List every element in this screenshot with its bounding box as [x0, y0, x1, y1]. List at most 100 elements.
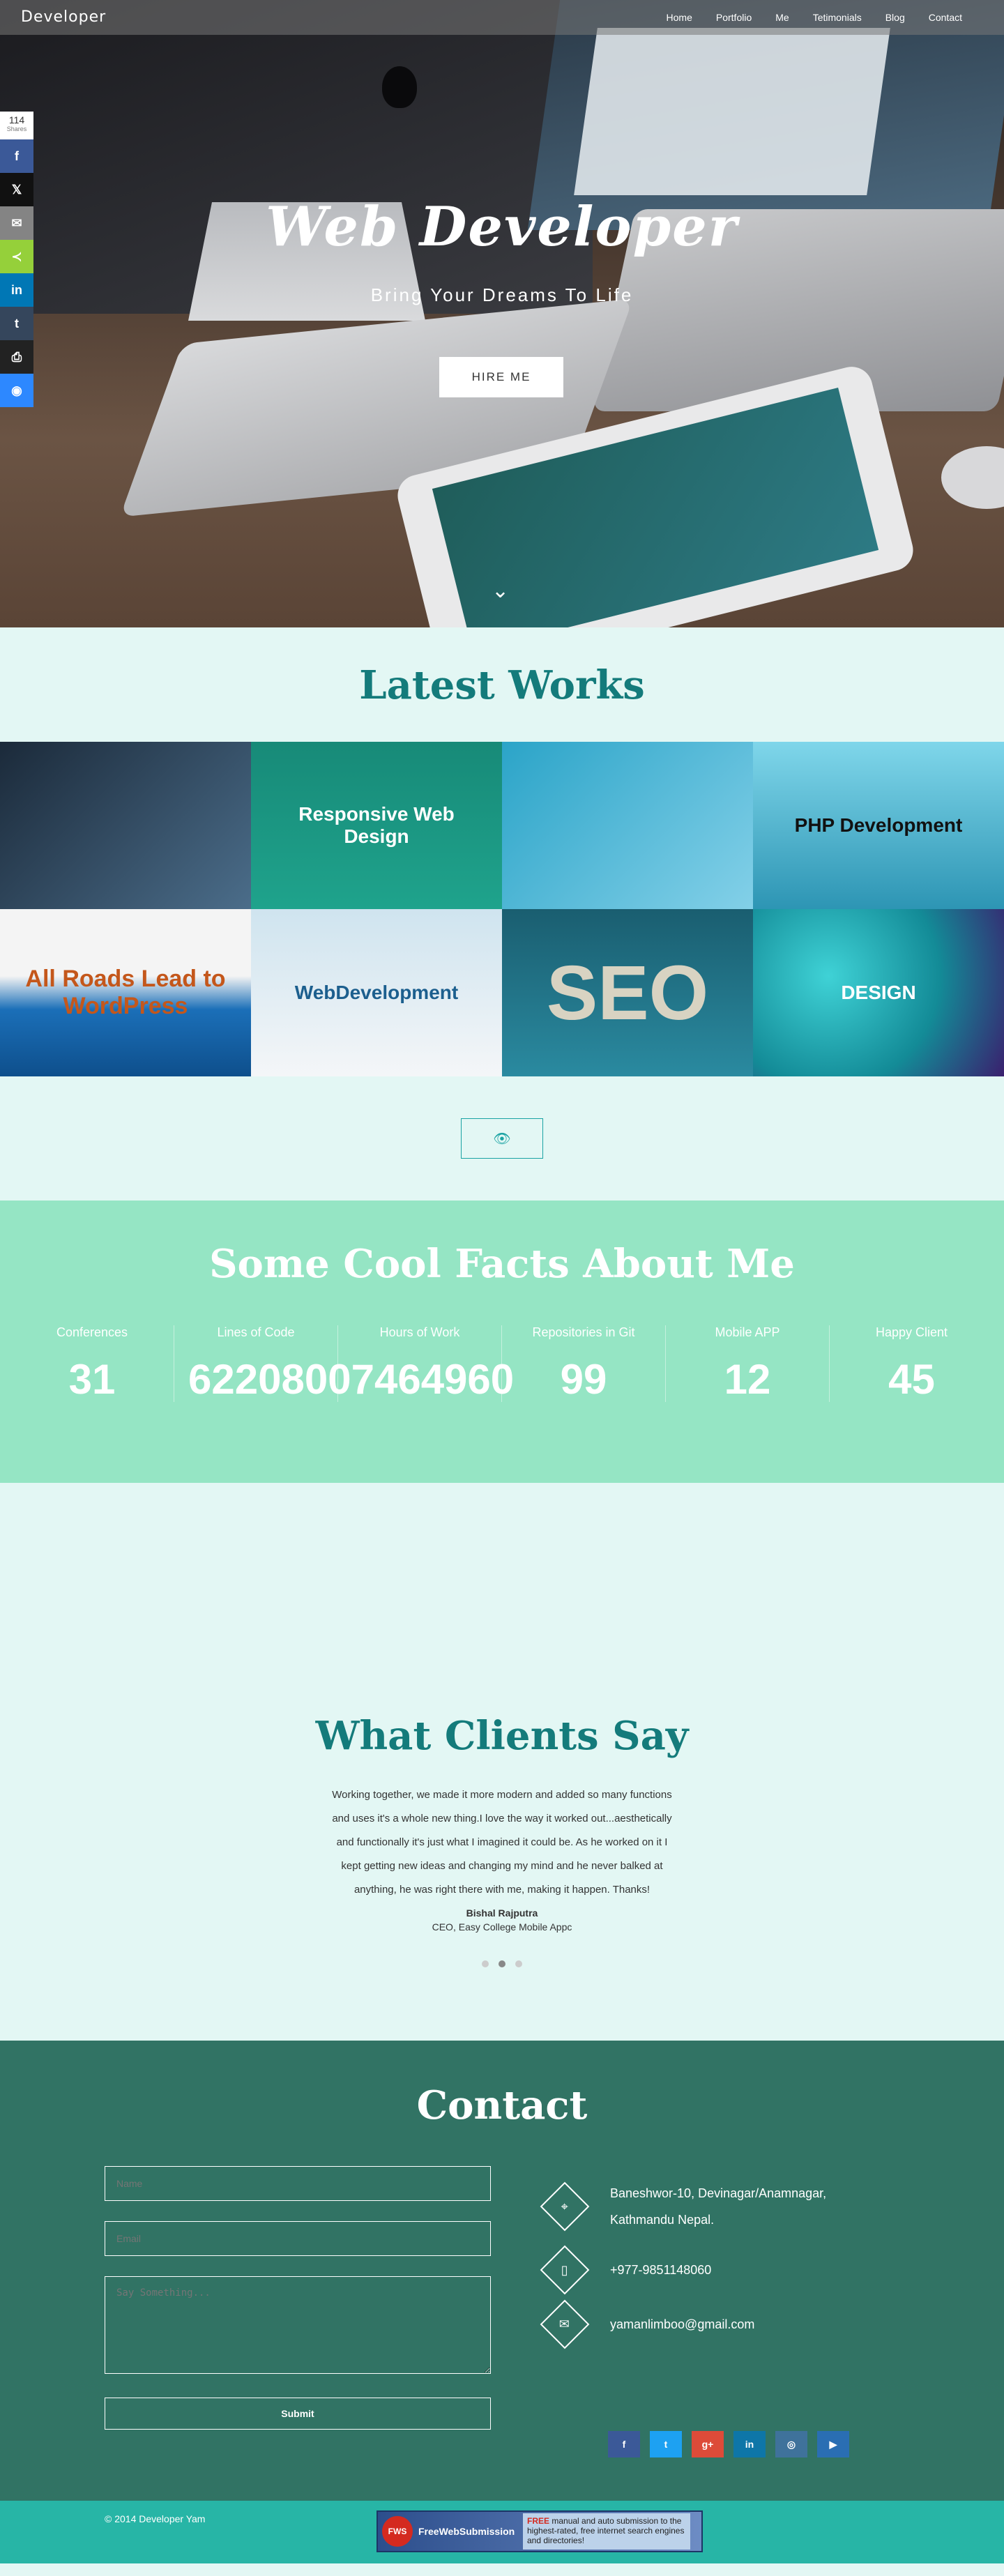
brand-logo[interactable]: Developer [21, 8, 106, 26]
hero-laptop-screen [574, 28, 890, 195]
portfolio-tile-label: SEO [546, 950, 709, 1036]
email-row: ✉ yamanlimboo@gmail.com [540, 2299, 826, 2349]
testimonial-author: Bishal Rajputra [466, 1907, 538, 1919]
portfolio-tile-label: Responsive Web Design [298, 803, 455, 847]
fact-item: Mobile APP 12 [666, 1325, 830, 1403]
testimonials-section: What Clients Say Working together, we ma… [0, 1483, 1004, 2041]
print-icon[interactable]: ⎙ [0, 340, 33, 374]
instagram-icon[interactable]: ◎ [775, 2431, 807, 2457]
carousel-dot-active[interactable] [499, 1960, 505, 1967]
phone-icon: ▯ [540, 2245, 590, 2295]
phone-row: ▯ +977-9851148060 [540, 2245, 826, 2295]
eye-icon: 👁 [493, 1131, 511, 1147]
fact-label: Mobile APP [715, 1325, 780, 1339]
nav-portfolio[interactable]: Portfolio [716, 12, 752, 23]
latest-works-section: Latest Works Responsive Web Design PHP De… [0, 627, 1004, 1159]
portfolio-tile[interactable]: SEO [502, 909, 753, 1076]
facts-title: Some Cool Facts About Me [209, 1241, 795, 1287]
fact-label: Conferences [56, 1325, 128, 1339]
portfolio-tile-label: All Roads Lead to WordPress [25, 966, 226, 1019]
top-navbar: Developer Home Portfolio Me Tetimonials … [0, 0, 1004, 35]
facebook-icon[interactable]: f [0, 139, 33, 173]
carousel-dot[interactable] [515, 1960, 522, 1967]
facebook-icon[interactable]: f [608, 2431, 640, 2457]
share-icon[interactable]: ≺ [0, 240, 33, 273]
fact-label: Happy Client [875, 1325, 948, 1339]
messenger-icon[interactable]: ◉ [0, 374, 33, 407]
nav-me[interactable]: Me [775, 12, 789, 23]
footer: © 2014 Developer Yam FWS FreeWebSubmissi… [0, 2501, 1004, 2563]
testimonials-title: What Clients Say [315, 1713, 689, 1759]
contact-form: Submit [105, 2166, 491, 2430]
carousel-dots [0, 1960, 1004, 1967]
phone-number: +977-9851148060 [610, 2263, 712, 2277]
portfolio-tile-label: DESIGN [841, 982, 916, 1003]
banner-text: FREE manual and auto submission to the h… [523, 2513, 690, 2550]
hero-section: Web Developer Bring Your Dreams To Life … [0, 0, 1004, 627]
linkedin-icon[interactable]: in [0, 273, 33, 307]
nav-contact[interactable]: Contact [929, 12, 962, 23]
youtube-icon[interactable]: ▶ [817, 2431, 849, 2457]
banner-brand: FreeWebSubmission [418, 2526, 515, 2537]
testimonial-quote: Working together, we made it more modern… [332, 1789, 672, 1896]
portfolio-tile[interactable] [0, 742, 251, 909]
portfolio-tile[interactable]: All Roads Lead to WordPress [0, 909, 251, 1076]
chevron-down-icon[interactable]: ⌄ [492, 579, 509, 603]
banner-free: FREE [527, 2516, 550, 2526]
portfolio-tile-label: PHP Development [794, 814, 963, 836]
carousel-dot[interactable] [482, 1960, 489, 1967]
main-menu: Home Portfolio Me Tetimonials Blog Conta… [667, 12, 962, 23]
x-icon[interactable]: 𝕏 [0, 173, 33, 206]
copyright-text: © 2014 Developer Yam [105, 2513, 206, 2524]
fact-value: 62208007464960 [188, 1356, 515, 1403]
google-plus-icon[interactable]: g+ [692, 2431, 724, 2457]
fact-label: Hours of Work [379, 1325, 460, 1339]
social-share-bar: 114 Shares f 𝕏 ✉ ≺ in t ⎙ ◉ [0, 112, 33, 407]
location-icon: ⌖ [540, 2181, 590, 2232]
contact-info: ⌖ Baneshwor-10, Devinagar/Anamnagar, Kat… [540, 2180, 827, 2361]
tumblr-icon[interactable]: t [0, 307, 33, 340]
portfolio-tile[interactable]: Responsive Web Design [251, 742, 502, 909]
email-address: yamanlimboo@gmail.com [610, 2317, 755, 2331]
submit-button[interactable]: Submit [105, 2398, 491, 2430]
portfolio-tile[interactable]: PHP Development [753, 742, 1004, 909]
banner-description: manual and auto submission to the highes… [527, 2516, 685, 2545]
fact-item: Hours of Work [338, 1325, 502, 1402]
testimonial-role: CEO, Easy College Mobile Appc [432, 1921, 572, 1933]
fact-value: 45 [888, 1356, 935, 1403]
name-field[interactable] [105, 2166, 491, 2201]
nav-testimonials[interactable]: Tetimonials [813, 12, 862, 23]
hero-mouse-image [941, 446, 1004, 509]
address-row: ⌖ Baneshwor-10, Devinagar/Anamnagar, Kat… [540, 2180, 827, 2233]
address-line-1: Baneshwor-10, Devinagar/Anamnagar, [610, 2186, 827, 2200]
fact-item: Conferences 31 [10, 1325, 174, 1403]
linkedin-icon[interactable]: in [733, 2431, 766, 2457]
hire-me-button[interactable]: HIRE ME [439, 357, 563, 397]
facts-section: Some Cool Facts About Me Conferences 31 Li… [0, 1201, 1004, 1483]
email-field[interactable] [105, 2221, 491, 2256]
facts-row: Conferences 31 Lines of Code 62208007464960… [0, 1325, 1004, 1403]
fact-item: Lines of Code 62208007464960 [174, 1325, 514, 1403]
portfolio-tile[interactable]: DESIGN [753, 909, 1004, 1076]
message-field[interactable] [105, 2276, 491, 2374]
view-more-button[interactable]: 👁 [461, 1118, 543, 1159]
share-count-label: Shares [6, 125, 27, 132]
hero-title: Web Developer [266, 195, 738, 259]
apple-logo-icon [382, 66, 417, 108]
latest-works-title: Latest Works [359, 662, 645, 708]
address-line-2: Kathmandu Nepal. [610, 2213, 715, 2227]
share-count: 114 Shares [0, 112, 33, 139]
fact-item: Happy Client 45 [830, 1325, 994, 1403]
nav-blog[interactable]: Blog [885, 12, 905, 23]
twitter-icon[interactable]: t [650, 2431, 682, 2457]
nav-home[interactable]: Home [667, 12, 692, 23]
fws-logo-icon: FWS [382, 2516, 413, 2547]
fact-value: 12 [724, 1356, 771, 1403]
freewebsubmission-banner[interactable]: FWS FreeWebSubmission FREE manual and au… [376, 2510, 703, 2552]
share-count-value: 114 [8, 114, 25, 125]
fact-value: 31 [68, 1356, 116, 1403]
email-icon[interactable]: ✉ [0, 206, 33, 240]
portfolio-tile[interactable] [502, 742, 753, 909]
portfolio-tile[interactable]: WebDevelopment [251, 909, 502, 1076]
contact-section: Contact Submit ⌖ Baneshwor-10, Devinagar… [0, 2041, 1004, 2501]
